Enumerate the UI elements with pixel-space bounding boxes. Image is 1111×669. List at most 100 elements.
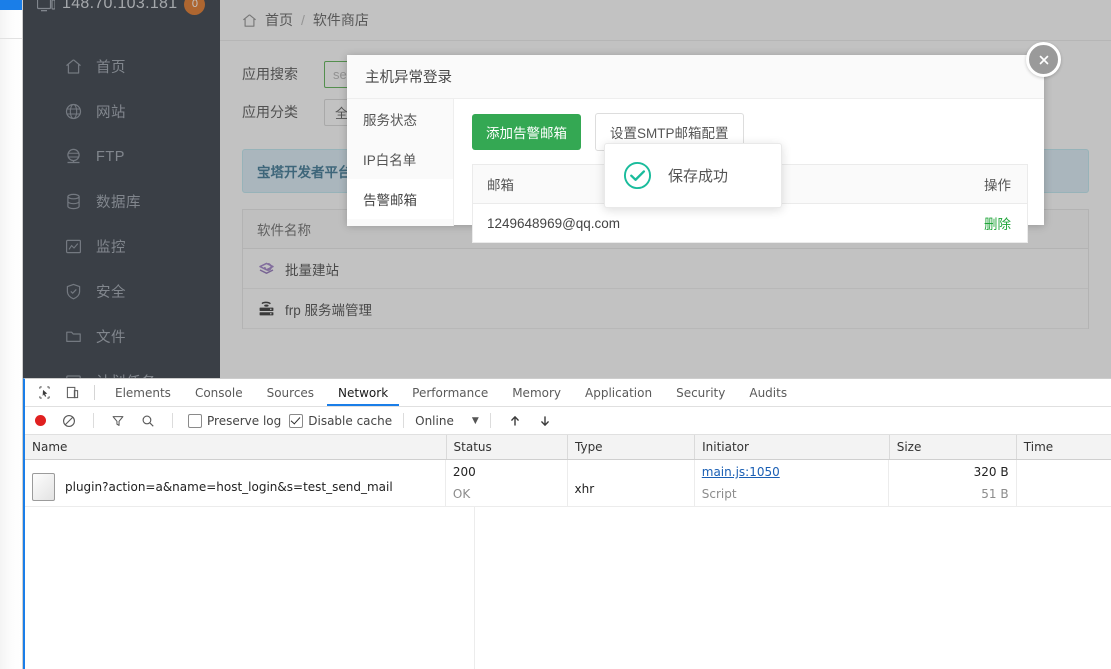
monitor-icon [37,0,55,13]
table-row[interactable]: plugin?action=a&name=host_login&s=test_s… [25,460,1111,507]
throttling-value: Online [415,413,454,428]
sidebar-item-files[interactable]: 文件 [23,314,220,359]
transfer-size: 320 B [973,465,1009,479]
tab-alert-mailbox[interactable]: 告警邮箱 [347,179,453,219]
request-type-cell: xhr [568,460,695,506]
disable-cache-label: Disable cache [308,413,393,428]
column-header-name[interactable]: Name [25,435,447,459]
folder-icon [65,328,82,345]
search-icon[interactable] [135,409,161,433]
filter-icon[interactable] [105,409,131,433]
sidebar-item-ftp[interactable]: FTP [23,134,220,179]
inspect-cursor-icon[interactable] [31,381,57,405]
software-name: 批量建站 [285,262,339,278]
breadcrumb: 首页 / 软件商店 [220,0,1111,41]
checkbox-box [188,413,202,428]
status-text: OK [452,487,471,501]
dialog-tab-list: 服务状态 IP白名单 告警邮箱 [347,99,454,226]
toolbar-divider [489,413,491,428]
software-name: frp 服务端管理 [285,302,373,318]
network-column-divider [474,506,475,669]
initiator-link[interactable]: main.js:1050 [702,465,882,479]
ftp-icon [65,148,82,165]
network-empty-area [25,507,1111,669]
column-header-status[interactable]: Status [447,435,568,459]
request-name-cell: plugin?action=a&name=host_login&s=test_s… [25,460,446,506]
browser-chrome-divider [0,38,22,39]
close-icon[interactable] [1026,42,1061,77]
devtools-panel: Elements Console Sources Network Perform… [23,378,1111,669]
tab-service-status[interactable]: 服务状态 [347,99,453,139]
tab-audits[interactable]: Audits [738,380,798,406]
status-code: 200 [452,465,476,479]
toolbar-divider [93,413,94,428]
sidebar-item-database[interactable]: 数据库 [23,179,220,224]
monitor-chart-icon [65,238,82,255]
tab-security[interactable]: Security [665,380,736,406]
browser-accent-bar [0,0,22,10]
toolbar-divider [403,413,405,428]
column-header-time[interactable]: Time [1017,435,1111,459]
sidebar-item-website[interactable]: 网站 [23,89,220,134]
browser-chrome-strip [0,0,23,669]
breadcrumb-home[interactable]: 首页 [265,10,293,30]
tab-console[interactable]: Console [184,380,254,406]
server-icon [257,299,276,318]
resource-size: 51 B [981,487,1009,501]
initiator-type: Script [701,487,737,501]
clear-icon[interactable] [56,409,82,433]
network-table-header: Name Status Type Initiator Size Time [25,435,1111,460]
table-row[interactable]: 批量建站 [243,249,1088,289]
tab-performance[interactable]: Performance [401,380,499,406]
sidebar-item-monitor[interactable]: 监控 [23,224,220,269]
tab-network[interactable]: Network [327,380,399,406]
sidebar-item-label: 首页 [96,60,126,76]
disable-cache-checkbox[interactable]: Disable cache [289,413,393,428]
sidebar-item-label: 计划任务 [96,371,156,378]
toolbar-divider [94,385,95,400]
tab-sources[interactable]: Sources [256,380,325,406]
tab-application[interactable]: Application [574,380,663,406]
table-row[interactable]: frp 服务端管理 [243,289,1088,329]
sidebar-item-label: 监控 [96,240,126,256]
app-search-label: 应用搜索 [242,66,298,82]
tab-memory[interactable]: Memory [501,380,572,406]
preserve-log-checkbox[interactable]: Preserve log [188,413,281,428]
export-har-icon[interactable] [532,409,558,433]
home-icon [242,13,257,28]
tab-elements[interactable]: Elements [104,380,182,406]
request-initiator-cell: main.js:1050 Script [695,460,890,506]
check-circle-icon [623,161,652,190]
chevron-down-icon: ▼ [471,415,479,426]
devtools-tabbar: Elements Console Sources Network Perform… [25,379,1111,407]
sidebar-item-label: 安全 [96,285,126,301]
home-icon [65,58,82,75]
request-time-cell [1017,460,1111,506]
document-icon [32,473,55,501]
dialog-title: 主机异常登录 [347,55,1044,99]
shield-icon [65,283,82,300]
bt-sidebar: 148.70.103.181 0 首页 网站 FTP 数据库 监控 安全 文件 [23,0,220,378]
add-alert-mailbox-button[interactable]: 添加告警邮箱 [472,114,581,150]
column-header-size[interactable]: Size [890,435,1017,459]
success-toast: 保存成功 [604,143,782,208]
notification-badge[interactable]: 0 [184,0,206,15]
sidebar-item-cron[interactable]: 计划任务 [23,359,220,378]
toast-message: 保存成功 [668,168,729,185]
sidebar-menu: 首页 网站 FTP 数据库 监控 安全 文件 [23,22,220,378]
globe-icon [65,103,82,120]
tab-ip-whitelist[interactable]: IP白名单 [347,139,453,179]
delete-mailbox-link[interactable]: 删除 [984,217,1011,232]
record-dot-icon[interactable] [35,415,46,426]
column-header-type[interactable]: Type [568,435,696,459]
import-har-icon[interactable] [502,409,528,433]
sidebar-item-home[interactable]: 首页 [23,44,220,89]
request-name: plugin?action=a&name=host_login&s=test_s… [65,480,393,494]
breadcrumb-separator: / [301,12,305,28]
column-header-initiator[interactable]: Initiator [695,435,890,459]
sidebar-item-security[interactable]: 安全 [23,269,220,314]
server-ip: 148.70.103.181 [62,0,178,12]
device-toggle-icon[interactable] [59,381,85,405]
request-type: xhr [574,482,595,496]
throttling-select[interactable]: Online ▼ [415,414,479,428]
